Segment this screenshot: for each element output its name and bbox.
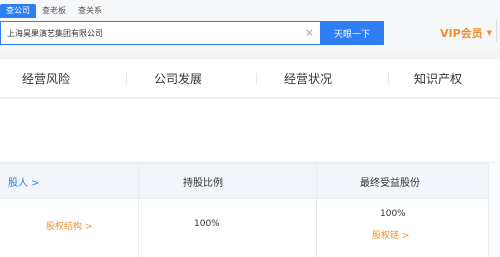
ratio-header: 持股比例: [183, 178, 223, 189]
tab-relation[interactable]: 查关系: [72, 4, 108, 18]
beneficial-cell: 100%: [380, 209, 406, 219]
nav-item-operation-status[interactable]: 经营状况: [284, 70, 332, 87]
section-nav: 经营风险 公司发展 经营状况 知识产权: [0, 58, 500, 98]
content-area: [0, 99, 500, 161]
table-row: 股权结构 > 100% 100% 股权链 >: [0, 199, 500, 257]
nav-item-business-risk[interactable]: 经营风险: [22, 70, 70, 87]
shareholder-header-link[interactable]: 股人 >: [8, 174, 40, 189]
column-divider: [138, 163, 139, 257]
search-box: ×: [0, 21, 320, 45]
tab-company[interactable]: 查公司: [0, 4, 36, 18]
ratio-cell: 100%: [194, 219, 220, 229]
search-type-tabs: 查公司 查老板 查关系: [0, 4, 108, 18]
search-button[interactable]: 天眼一下: [320, 21, 384, 45]
divider: [496, 20, 497, 42]
nav-item-company-development[interactable]: 公司发展: [154, 70, 202, 87]
search-input[interactable]: [7, 23, 299, 43]
clear-icon[interactable]: ×: [305, 27, 314, 39]
table-header: 股人 > 持股比例 最终受益股份: [0, 163, 500, 199]
equity-chain-link[interactable]: 股权链 >: [372, 228, 409, 241]
vip-label: VIP会员: [440, 27, 483, 40]
nav-divider: [388, 73, 389, 85]
column-divider: [316, 163, 317, 257]
nav-divider: [126, 73, 127, 85]
tab-boss[interactable]: 查老板: [36, 4, 72, 18]
equity-structure-link[interactable]: 股权结构 >: [46, 219, 92, 232]
nav-item-intellectual-property[interactable]: 知识产权: [414, 70, 462, 87]
beneficial-header: 最终受益股份: [360, 178, 420, 189]
caret-down-icon: ▼: [486, 29, 493, 37]
vip-member-button[interactable]: VIP会员 ▼: [440, 25, 492, 41]
nav-divider: [256, 73, 257, 85]
table-edge: [488, 163, 500, 257]
search-bar: × 天眼一下: [0, 21, 384, 45]
top-bar: 查公司 查老板 查关系 × 天眼一下 VIP会员 ▼: [0, 0, 500, 50]
